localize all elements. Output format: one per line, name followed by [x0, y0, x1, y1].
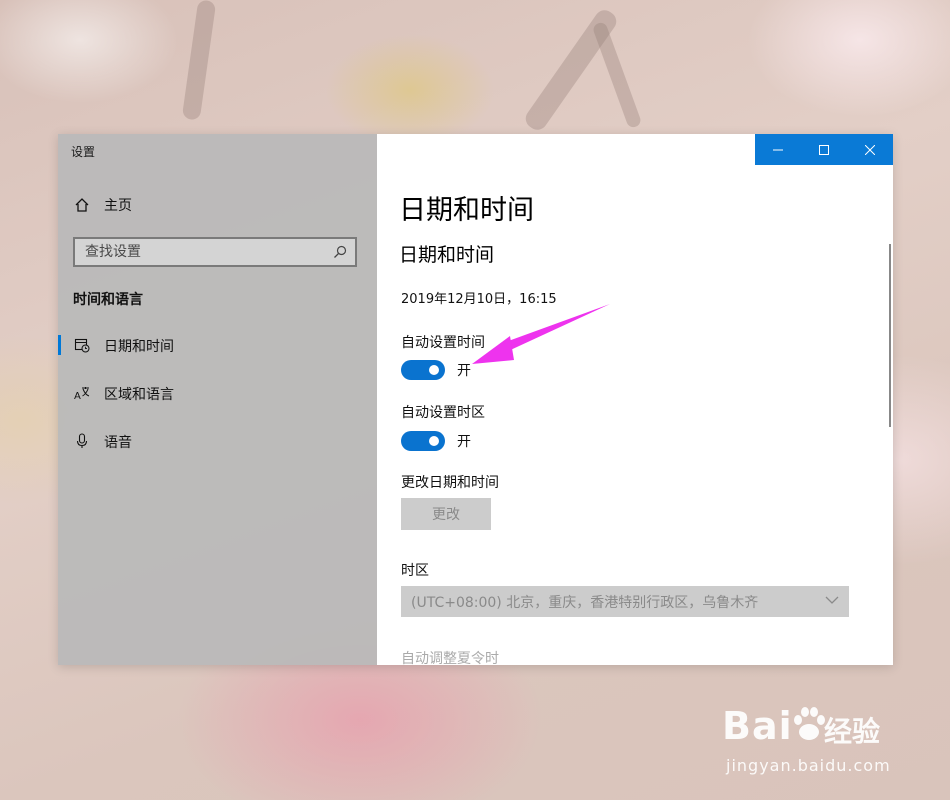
settings-window: 设置 主页 时间和语言 日期和时间: [58, 134, 893, 665]
toggle-knob: [429, 436, 439, 446]
minimize-button[interactable]: [755, 134, 801, 165]
search-icon[interactable]: [333, 245, 347, 259]
microphone-icon: [76, 433, 88, 448]
svg-text:A: A: [74, 391, 81, 401]
auto-time-state: 开: [457, 363, 471, 379]
watermark-suffix: 经验: [824, 715, 881, 748]
timezone-select[interactable]: (UTC+08:00) 北京，重庆，香港特别行政区，乌鲁木齐: [401, 586, 849, 617]
minimize-icon: [773, 149, 783, 150]
sidebar-home-label: 主页: [104, 198, 132, 214]
auto-time-row: 开: [401, 360, 471, 380]
auto-timezone-toggle[interactable]: [401, 431, 445, 451]
dst-label: 自动调整夏令时: [401, 651, 499, 665]
baidu-watermark: Bai 经验 jingyan.baidu.com: [712, 694, 902, 784]
maximize-button[interactable]: [801, 134, 847, 165]
sidebar-item-label: 日期和时间: [104, 339, 174, 355]
sidebar-item-label: 区域和语言: [104, 387, 174, 403]
watermark-logo: Bai: [722, 704, 793, 748]
timezone-label: 时区: [401, 563, 429, 579]
change-datetime-button[interactable]: 更改: [401, 498, 491, 530]
sidebar-item-region-language[interactable]: A 区域和语言: [58, 376, 377, 410]
auto-timezone-label: 自动设置时区: [401, 405, 485, 421]
auto-time-toggle[interactable]: [401, 360, 445, 380]
title-bar-controls: [755, 134, 893, 165]
watermark-url: jingyan.baidu.com: [726, 756, 891, 775]
active-indicator: [58, 335, 61, 355]
auto-timezone-row: 开: [401, 431, 471, 451]
sidebar-item-label: 语音: [104, 435, 132, 451]
timezone-value: (UTC+08:00) 北京，重庆，香港特别行政区，乌鲁木齐: [411, 594, 759, 611]
sidebar: 设置 主页 时间和语言 日期和时间: [58, 134, 377, 665]
main-panel: 日期和时间 日期和时间 2019年12月10日，16:15 自动设置时间 开 自…: [377, 134, 893, 665]
page-title: 日期和时间: [399, 195, 534, 226]
language-icon: A: [74, 387, 90, 401]
calendar-clock-icon: [74, 338, 90, 353]
change-datetime-label: 更改日期和时间: [401, 475, 499, 491]
section-title: 日期和时间: [399, 244, 495, 266]
sidebar-item-speech[interactable]: 语音: [58, 424, 377, 458]
section-header: 时间和语言: [73, 292, 143, 308]
search-input[interactable]: [83, 243, 333, 261]
toggle-knob: [429, 365, 439, 375]
scrollbar[interactable]: [889, 244, 891, 427]
sidebar-item-date-time[interactable]: 日期和时间: [58, 328, 377, 362]
sidebar-home[interactable]: 主页: [74, 195, 132, 215]
search-box[interactable]: [73, 237, 357, 267]
window-title: 设置: [71, 145, 96, 159]
annotation-arrow: [472, 304, 610, 364]
close-icon: [865, 144, 875, 155]
chevron-down-icon: [825, 596, 839, 604]
maximize-icon: [819, 144, 829, 155]
auto-timezone-state: 开: [457, 434, 471, 450]
paw-icon: [794, 707, 825, 740]
close-button[interactable]: [847, 134, 893, 165]
home-icon: [75, 198, 89, 212]
